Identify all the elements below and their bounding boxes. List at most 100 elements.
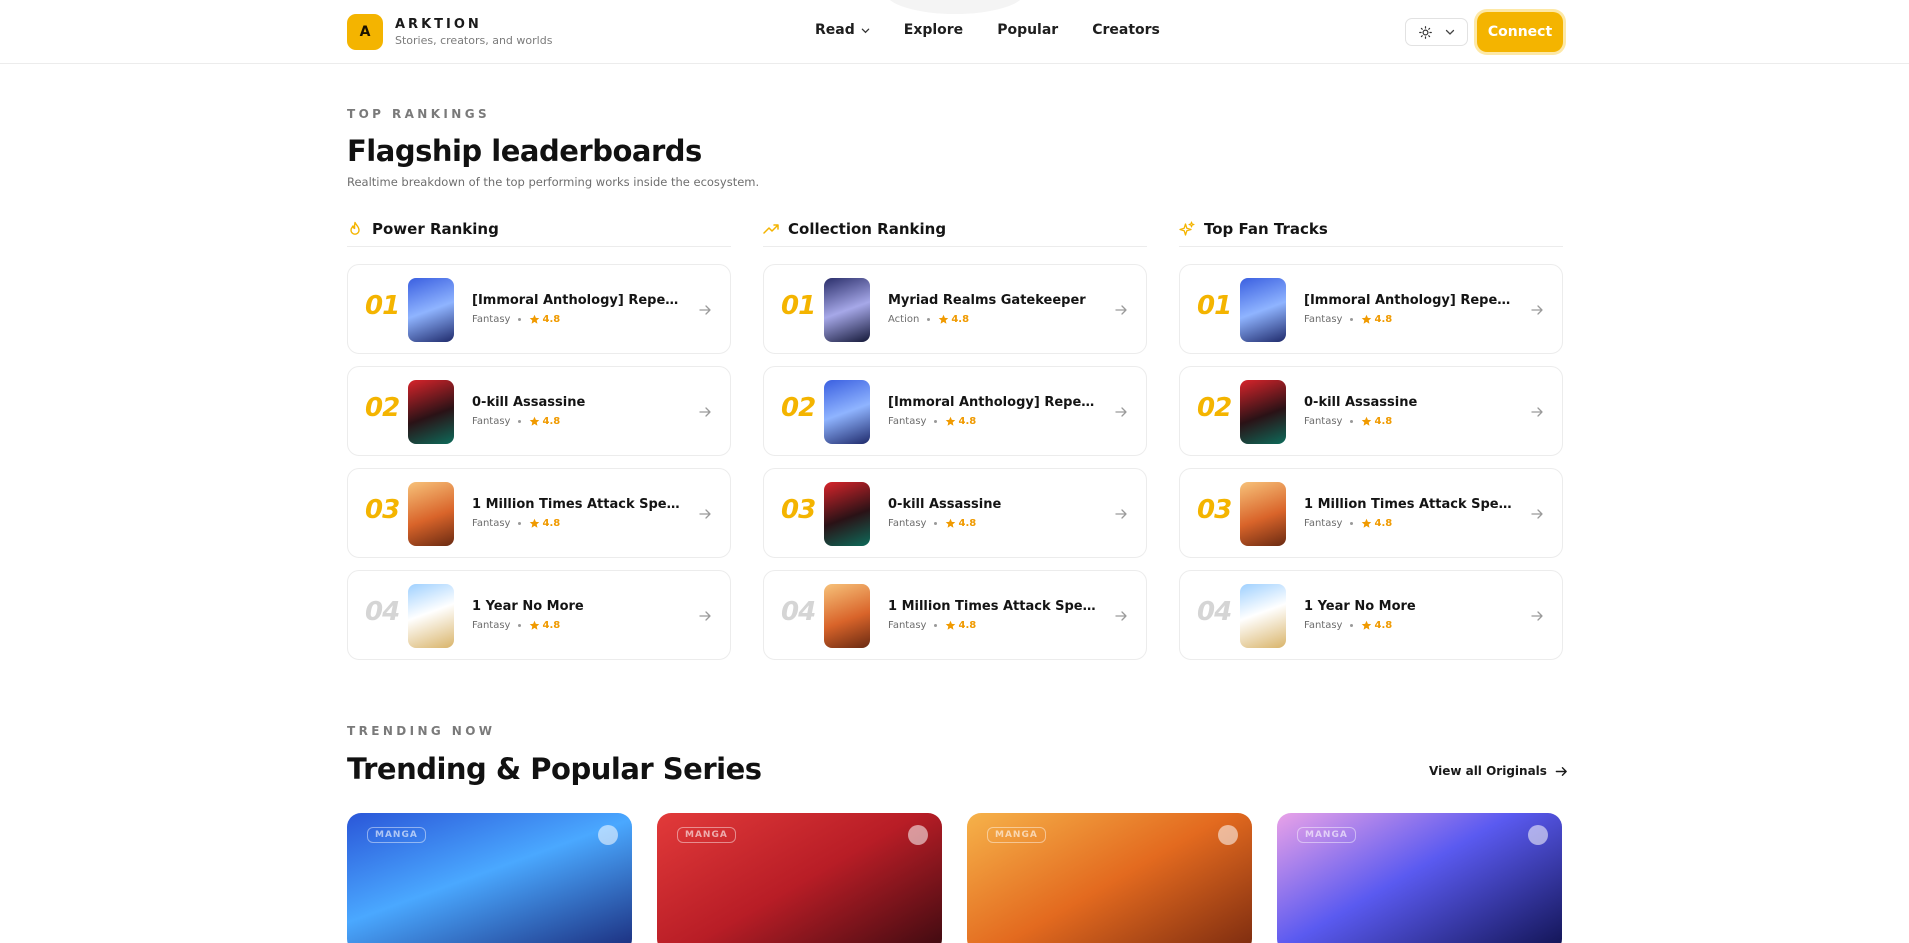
- series-title: 1 Year No More: [472, 599, 584, 614]
- sun-icon: [1418, 25, 1432, 39]
- rankings-subtitle: Realtime breakdown of the top performing…: [347, 175, 760, 189]
- bookmark-toggle[interactable]: [1528, 825, 1548, 845]
- ranking-card[interactable]: 01 [Immoral Anthology] Repenta... Fantas…: [347, 264, 731, 354]
- arrow-right-icon: [1531, 305, 1543, 315]
- arrow-right-icon: [1115, 611, 1127, 621]
- ranking-card[interactable]: 01 [Immoral Anthology] Repenta... Fantas…: [1179, 264, 1563, 354]
- connect-button[interactable]: Connect: [1477, 12, 1563, 52]
- rank-number: 01: [781, 291, 816, 321]
- ranking-card[interactable]: 04 1 Million Times Attack Speed Fantasy …: [763, 570, 1147, 660]
- rating: 4.8: [1361, 620, 1392, 631]
- nav-creators-label: Creators: [1092, 22, 1160, 38]
- genre-label: Fantasy: [1304, 518, 1343, 529]
- trending-card[interactable]: MANGA: [347, 813, 632, 943]
- rankings-title: Flagship leaderboards: [347, 134, 702, 168]
- genre-label: Action: [888, 314, 920, 325]
- arrow-right-icon: [699, 611, 711, 621]
- flame-icon: [350, 221, 360, 235]
- meta-separator: [1350, 420, 1354, 423]
- rank-number: 01: [1197, 291, 1232, 321]
- nav-popular[interactable]: Popular: [997, 22, 1058, 38]
- series-meta: Fantasy 4.8: [1304, 314, 1392, 325]
- rating: 4.8: [938, 314, 969, 325]
- ranking-card[interactable]: 03 1 Million Times Attack Speed Fantasy …: [347, 468, 731, 558]
- ranking-card[interactable]: 04 1 Year No More Fantasy 4.8: [347, 570, 731, 660]
- trending-title: Trending & Popular Series: [347, 752, 762, 786]
- series-title: 0-kill Assassine: [1304, 395, 1418, 410]
- rating: 4.8: [1361, 518, 1392, 529]
- meta-separator: [518, 624, 522, 627]
- ranking-column: Top Fan Tracks 01 [Immoral Anthology] Re…: [1179, 212, 1563, 660]
- ranking-column-header: Top Fan Tracks: [1179, 212, 1563, 247]
- star-icon: [1362, 620, 1372, 630]
- sparkles-icon: [1179, 221, 1195, 236]
- rank-number: 02: [365, 393, 400, 423]
- arrow-right-icon: [699, 407, 711, 417]
- bookmark-toggle[interactable]: [1218, 825, 1238, 845]
- star-icon: [946, 620, 956, 630]
- trending-card[interactable]: MANGA: [657, 813, 942, 943]
- genre-label: Fantasy: [1304, 314, 1343, 325]
- nav-popular-label: Popular: [997, 22, 1059, 38]
- ranking-card[interactable]: 02 [Immoral Anthology] Repenta... Fantas…: [763, 366, 1147, 456]
- brand-logo[interactable]: A: [347, 14, 383, 50]
- ranking-card[interactable]: 03 0-kill Assassine Fantasy 4.8: [763, 468, 1147, 558]
- rating-value: 4.8: [542, 518, 561, 529]
- meta-separator: [934, 624, 938, 627]
- nav-explore-label: Explore: [903, 22, 964, 38]
- nav-explore[interactable]: Explore: [904, 22, 963, 38]
- meta-separator: [518, 420, 522, 423]
- arrow-right-icon: [1115, 407, 1127, 417]
- ranking-card[interactable]: 03 1 Million Times Attack Speed Fantasy …: [1179, 468, 1563, 558]
- trending-card[interactable]: MANGA: [1277, 813, 1562, 943]
- rankings-eyebrow: TOP RANKINGS: [347, 107, 491, 121]
- chevron-down-icon: [861, 28, 870, 33]
- ranking-card[interactable]: 02 0-kill Assassine Fantasy 4.8: [347, 366, 731, 456]
- brand[interactable]: A ARKTION Stories, creators, and worlds: [347, 14, 552, 50]
- meta-separator: [1350, 318, 1354, 321]
- theme-toggle[interactable]: [1405, 18, 1468, 46]
- rating: 4.8: [1361, 416, 1392, 427]
- trending-card[interactable]: MANGA: [967, 813, 1252, 943]
- rating: 4.8: [529, 416, 560, 427]
- genre-label: Fantasy: [472, 620, 511, 631]
- star-icon: [530, 518, 540, 528]
- series-title: [Immoral Anthology] Repenta...: [1304, 293, 1514, 308]
- genre-label: Fantasy: [472, 416, 511, 427]
- type-badge: MANGA: [1297, 827, 1356, 843]
- genre-label: Fantasy: [888, 518, 927, 529]
- cover-image: [1240, 584, 1286, 648]
- star-icon: [946, 518, 956, 528]
- star-icon: [1362, 416, 1372, 426]
- nav-creators[interactable]: Creators: [1092, 22, 1160, 38]
- type-badge: MANGA: [987, 827, 1046, 843]
- bookmark-toggle[interactable]: [598, 825, 618, 845]
- cover-image: [408, 584, 454, 648]
- series-title: 1 Year No More: [1304, 599, 1416, 614]
- arrow-right-icon: [1531, 509, 1543, 519]
- rating: 4.8: [945, 518, 976, 529]
- ranking-card[interactable]: 02 0-kill Assassine Fantasy 4.8: [1179, 366, 1563, 456]
- meta-separator: [1350, 624, 1354, 627]
- nav-read[interactable]: Read: [815, 22, 870, 38]
- rating-value: 4.8: [542, 416, 561, 427]
- bookmark-toggle[interactable]: [908, 825, 928, 845]
- cover-image: [1240, 380, 1286, 444]
- ranking-card[interactable]: 01 Myriad Realms Gatekeeper Action 4.8: [763, 264, 1147, 354]
- rating: 4.8: [1361, 314, 1392, 325]
- view-all-originals-link[interactable]: View all Originals: [1429, 764, 1568, 778]
- star-icon: [530, 416, 540, 426]
- ranking-column-header: Power Ranking: [347, 212, 731, 247]
- series-meta: Fantasy 4.8: [1304, 518, 1392, 529]
- series-meta: Fantasy 4.8: [1304, 416, 1392, 427]
- ranking-card[interactable]: 04 1 Year No More Fantasy 4.8: [1179, 570, 1563, 660]
- rank-number: 01: [365, 291, 400, 321]
- genre-label: Fantasy: [472, 314, 511, 325]
- rank-number: 04: [781, 597, 816, 627]
- meta-separator: [1350, 522, 1354, 525]
- meta-separator: [518, 522, 522, 525]
- rating-value: 4.8: [1374, 518, 1393, 529]
- meta-separator: [934, 522, 938, 525]
- series-title: 1 Million Times Attack Speed: [1304, 497, 1514, 512]
- series-meta: Fantasy 4.8: [472, 416, 560, 427]
